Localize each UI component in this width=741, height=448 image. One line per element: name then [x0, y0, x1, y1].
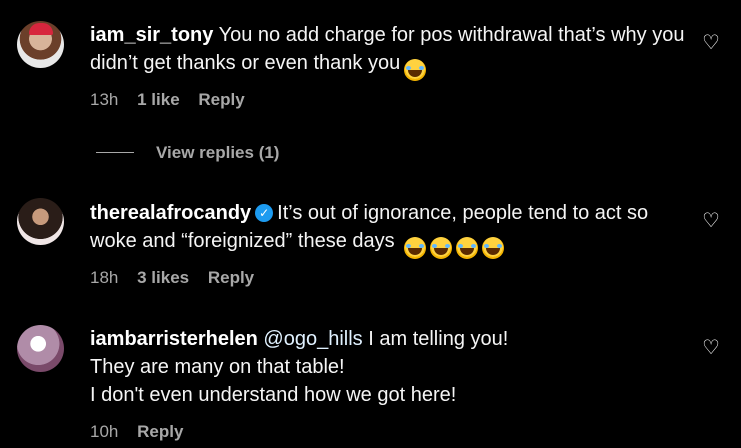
comment-text-line-3: I don't even understand how we got here! [90, 384, 457, 406]
comment-body: therealafrocandy ✓ It’s out of ignorance, … [90, 199, 690, 259]
avatar[interactable] [17, 21, 64, 68]
comment-body: iambarristerhelen @ogo_hills I am tellin… [90, 325, 690, 409]
face-with-tears-of-joy-icon: 😂 [404, 59, 427, 81]
comment-username[interactable]: iambarristerhelen [90, 328, 258, 350]
like-count[interactable]: 1 like [137, 90, 180, 109]
comment-time: 13h [90, 90, 119, 109]
comment-text-line-2: They are many on that table! [90, 356, 345, 378]
view-replies-label[interactable]: View replies (1) [156, 143, 279, 162]
like-count[interactable]: 3 likes [137, 268, 189, 287]
view-replies-button[interactable]: View replies (1) [96, 143, 279, 163]
comment-username[interactable]: iam_sir_tony [90, 24, 213, 46]
comment-meta: 10h Reply [90, 422, 197, 442]
comment-meta: 18h 3 likes Reply [90, 268, 268, 288]
comment-username[interactable]: therealafrocandy [90, 202, 251, 224]
face-with-tears-of-joy-icon: 😂 [430, 237, 453, 259]
verified-badge-icon: ✓ [255, 204, 274, 222]
mention-link[interactable]: @ogo_hills [263, 328, 362, 350]
reply-button[interactable]: Reply [208, 268, 254, 287]
comment-time: 10h [90, 422, 119, 441]
reply-button[interactable]: Reply [137, 422, 183, 441]
comment-text-line-1: I am telling you! [368, 328, 509, 350]
face-with-tears-of-joy-icon: 😂 [404, 237, 427, 259]
comment-time: 18h [90, 268, 119, 287]
heart-outline-icon[interactable]: ♡ [700, 337, 722, 359]
heart-outline-icon[interactable]: ♡ [700, 210, 722, 232]
avatar[interactable] [17, 198, 64, 245]
heart-outline-icon[interactable]: ♡ [700, 32, 722, 54]
face-with-tears-of-joy-icon: 😂 [456, 237, 479, 259]
reply-button[interactable]: Reply [198, 90, 244, 109]
divider [96, 152, 134, 153]
comment-body: iam_sir_tony You no add charge for pos w… [90, 21, 690, 81]
comment-meta: 13h 1 like Reply [90, 90, 259, 110]
face-with-tears-of-joy-icon: 😂 [482, 237, 505, 259]
avatar[interactable] [17, 325, 64, 372]
